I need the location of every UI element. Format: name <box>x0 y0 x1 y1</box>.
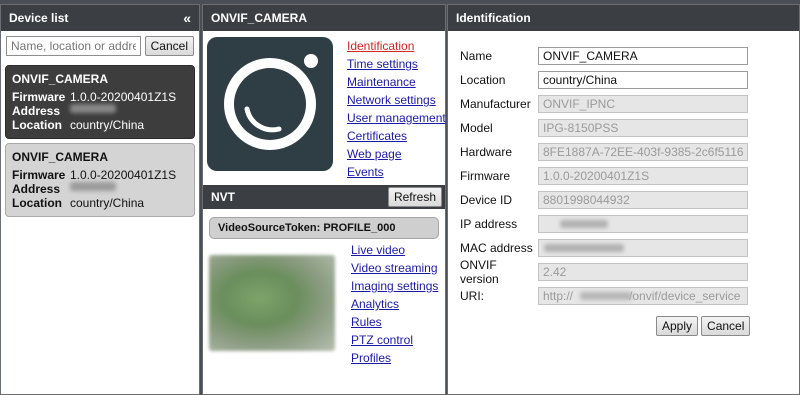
location-label: Location <box>460 73 506 87</box>
uri-suffix: /onvif/device_service <box>629 289 741 303</box>
location-value: country/China <box>70 118 145 132</box>
mac-address-row: MAC address <box>460 238 748 258</box>
device-name: ONVIF_CAMERA <box>12 72 109 86</box>
name-label: Name <box>460 49 493 63</box>
uri-row: URI: http:// /onvif/device_service <box>460 286 748 306</box>
apply-button[interactable]: Apply <box>656 316 699 336</box>
hardware-field <box>538 143 748 161</box>
firmware-value: 1.0.0-20200401Z1S <box>70 168 177 182</box>
address-value-redacted <box>70 182 116 191</box>
menu-user-management[interactable]: User management <box>347 109 446 127</box>
profile-menu: Live video Video streaming Imaging setti… <box>351 241 438 367</box>
model-row: Model <box>460 118 748 138</box>
uri-display: http:// /onvif/device_service <box>538 287 748 305</box>
device-search-row: Cancel <box>1 31 199 61</box>
menu-time-settings[interactable]: Time settings <box>347 55 446 73</box>
device-id-field <box>538 191 748 209</box>
camera-header: ONVIF_CAMERA <box>203 5 445 31</box>
menu-events[interactable]: Events <box>347 163 446 181</box>
address-label: Address <box>12 104 61 118</box>
identification-actions: Apply Cancel <box>656 316 751 336</box>
cancel-button[interactable]: Cancel <box>701 316 751 336</box>
menu-identification[interactable]: Identification <box>347 37 446 55</box>
menu-certificates[interactable]: Certificates <box>347 127 446 145</box>
firmware-label: Firmware <box>12 90 66 104</box>
search-cancel-button[interactable]: Cancel <box>144 36 194 56</box>
uri-field: http:// /onvif/device_service <box>538 287 748 305</box>
camera-title: ONVIF_CAMERA <box>211 11 308 25</box>
device-id-row: Device ID <box>460 190 748 210</box>
manufacturer-field <box>538 95 748 113</box>
ip-address-row: IP address <box>460 214 748 234</box>
onvif-version-row: ONVIF version <box>460 258 748 286</box>
name-row: Name <box>460 46 748 66</box>
nvt-bar: NVT Refresh <box>203 185 445 209</box>
firmware-value: 1.0.0-20200401Z1S <box>70 90 177 104</box>
device-list-title: Device list <box>9 11 69 25</box>
device-name: ONVIF_CAMERA <box>12 150 109 164</box>
device-menu: Identification Time settings Maintenance… <box>347 37 446 181</box>
refresh-button[interactable]: Refresh <box>387 187 442 207</box>
ip-address-field <box>538 215 748 233</box>
video-source-token[interactable]: VideoSourceToken: PROFILE_000 <box>209 217 439 239</box>
menu-rules[interactable]: Rules <box>351 313 438 331</box>
device-search-input[interactable] <box>6 36 141 56</box>
hardware-row: Hardware <box>460 142 748 162</box>
manufacturer-row: Manufacturer <box>460 94 748 114</box>
menu-maintenance[interactable]: Maintenance <box>347 73 446 91</box>
menu-profiles[interactable]: Profiles <box>351 349 438 367</box>
video-thumbnail[interactable] <box>209 255 335 351</box>
location-value: country/China <box>70 196 145 210</box>
firmware-field <box>538 167 748 185</box>
mac-address-label: MAC address <box>460 241 533 255</box>
location-label: Location <box>12 196 62 210</box>
firmware-row: Firmware <box>460 166 748 186</box>
model-field <box>538 119 748 137</box>
device-list-header: Device list « <box>1 5 199 31</box>
identification-header: Identification <box>448 5 799 31</box>
address-value-redacted <box>70 104 116 113</box>
menu-live-video[interactable]: Live video <box>351 241 438 259</box>
menu-ptz-control[interactable]: PTZ control <box>351 331 438 349</box>
menu-imaging-settings[interactable]: Imaging settings <box>351 277 438 295</box>
model-label: Model <box>460 121 493 135</box>
uri-label: URI: <box>460 289 484 303</box>
manufacturer-label: Manufacturer <box>460 97 531 111</box>
identification-title: Identification <box>456 11 531 25</box>
camera-icon <box>207 37 333 171</box>
location-field[interactable] <box>538 71 748 89</box>
ip-address-redacted <box>560 220 608 228</box>
firmware-label: Firmware <box>460 169 510 183</box>
name-field[interactable] <box>538 47 748 65</box>
hardware-label: Hardware <box>460 145 513 159</box>
onvif-version-field <box>538 263 748 281</box>
menu-analytics[interactable]: Analytics <box>351 295 438 313</box>
location-row: Location <box>460 70 748 90</box>
menu-video-streaming[interactable]: Video streaming <box>351 259 438 277</box>
collapse-icon[interactable]: « <box>183 10 191 26</box>
device-card[interactable]: ONVIF_CAMERA Firmware 1.0.0-20200401Z1S A… <box>5 65 195 139</box>
mac-address-redacted <box>544 244 624 252</box>
mac-address-field <box>538 239 748 257</box>
camera-panel: ONVIF_CAMERA Identification Time setting… <box>202 4 446 395</box>
menu-web-page[interactable]: Web page <box>347 145 446 163</box>
address-label: Address <box>12 182 61 196</box>
device-list-panel: Device list « Cancel ONVIF_CAMERA Firmwa… <box>0 4 200 395</box>
location-label: Location <box>12 118 62 132</box>
device-id-label: Device ID <box>460 193 513 207</box>
firmware-label: Firmware <box>12 168 66 182</box>
menu-network-settings[interactable]: Network settings <box>347 91 446 109</box>
ip-address-label: IP address <box>460 217 518 231</box>
device-card[interactable]: ONVIF_CAMERA Firmware 1.0.0-20200401Z1S A… <box>5 143 195 217</box>
onvif-version-label: ONVIF version <box>460 258 499 286</box>
nvt-label: NVT <box>211 190 235 204</box>
uri-prefix: http:// <box>543 289 574 303</box>
uri-host-blur <box>580 292 632 300</box>
